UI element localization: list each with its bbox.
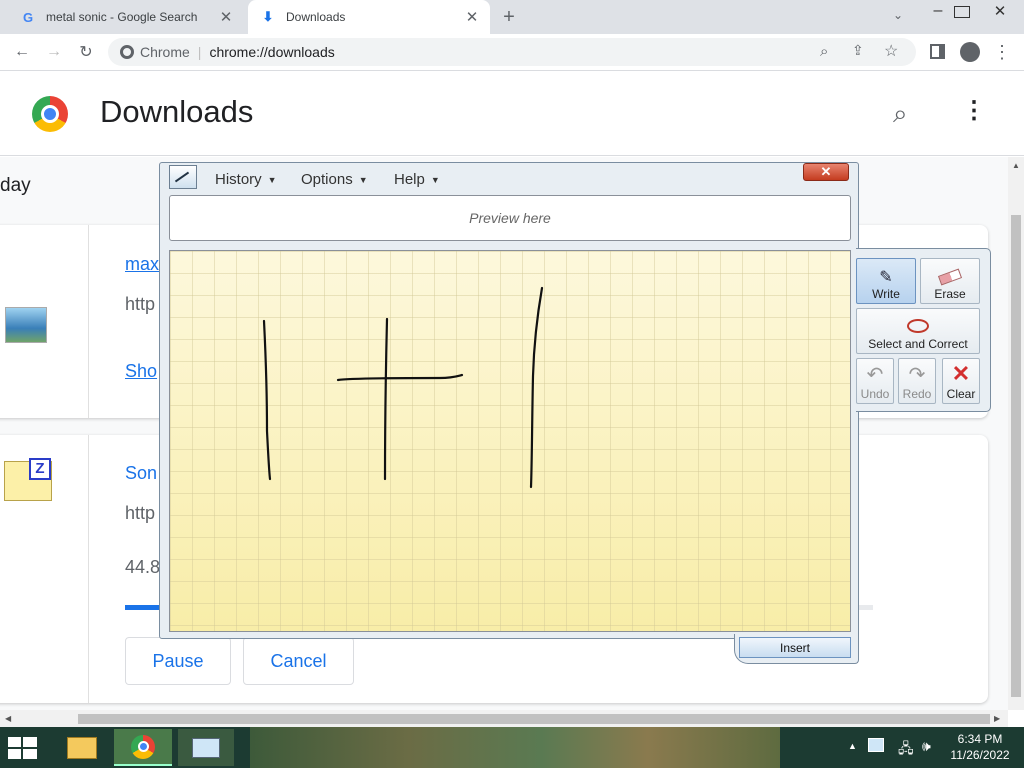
download-filename-link[interactable]: max: [125, 254, 159, 275]
search-icon[interactable]: ⌕: [893, 98, 908, 130]
horizontal-scroll-thumb[interactable]: [78, 714, 990, 724]
tab-strip: G metal sonic - Google Search ✕ ⬇ Downlo…: [0, 0, 1024, 34]
minimize-icon[interactable]: –: [928, 2, 948, 20]
clock-date: 11/26/2022: [950, 748, 1010, 762]
math-input-panel: History ▼ Options ▼ Help ▼ ✕ Preview here ✎…: [159, 162, 991, 664]
profile-icon[interactable]: [960, 42, 980, 62]
omnibox-scheme: Chrome: [140, 44, 190, 60]
close-window-icon[interactable]: ✕: [990, 2, 1010, 20]
restore-icon[interactable]: [954, 6, 970, 18]
scroll-left-icon[interactable]: ◀: [5, 714, 11, 723]
eraser-icon: [937, 268, 963, 286]
show-in-folder-link[interactable]: Sho: [125, 361, 157, 382]
address-bar[interactable]: Chrome | chrome://downloads ⌕ ⇪ ☆: [108, 38, 916, 66]
download-icon: ⬇: [262, 9, 274, 24]
chrome-menu-icon[interactable]: ⋮: [988, 38, 1016, 66]
start-windows-icon[interactable]: [8, 737, 38, 759]
bookmark-star-icon[interactable]: ☆: [884, 41, 898, 61]
writing-pad[interactable]: [169, 250, 851, 632]
taskbar-wallpaper-strip: [250, 727, 780, 768]
download-size: 44.8: [125, 557, 161, 577]
menu-options[interactable]: Options ▼: [301, 171, 368, 188]
tool-panel: ✎ Write Erase Select and Correct ↶ Undo …: [856, 248, 991, 412]
chrome-taskbar-button[interactable]: [114, 729, 172, 766]
google-g-icon: G: [22, 9, 34, 25]
taskbar: ▲ 🖧 🕪 6:34 PM 11/26/2022: [0, 727, 1024, 768]
show-hidden-icons-icon[interactable]: ▲: [848, 741, 857, 751]
omnibox-separator: |: [197, 44, 202, 60]
omnibox-url: chrome://downloads: [209, 44, 335, 60]
volume-icon[interactable]: 🕪: [922, 738, 931, 755]
clock-time: 6:34 PM: [957, 732, 1003, 746]
clock[interactable]: 6:34 PM 11/26/2022: [944, 732, 1016, 762]
vertical-scrollbar[interactable]: ▲: [1008, 157, 1024, 710]
tab-title: Downloads: [286, 10, 346, 24]
redo-button[interactable]: ↷ Redo: [898, 358, 936, 404]
pen-tray-icon[interactable]: [868, 738, 884, 752]
scroll-up-icon[interactable]: ▲: [1012, 161, 1020, 170]
tab-downloads[interactable]: ⬇ Downloads ✕: [248, 0, 490, 34]
more-icon[interactable]: ⋮: [962, 96, 986, 125]
close-tab-icon[interactable]: ✕: [462, 8, 482, 26]
network-icon[interactable]: 🖧: [898, 738, 914, 762]
chrome-icon: [120, 45, 134, 59]
select-and-correct-button[interactable]: Select and Correct: [856, 308, 980, 354]
redo-icon: ↷: [908, 364, 926, 386]
image-file-icon: [5, 307, 47, 343]
horizontal-scrollbar[interactable]: ◀ ▶: [0, 710, 1008, 727]
close-panel-button[interactable]: ✕: [803, 163, 849, 181]
vertical-scroll-thumb[interactable]: [1011, 215, 1021, 697]
erase-button[interactable]: Erase: [920, 258, 980, 304]
download-url: http: [125, 503, 156, 523]
lasso-icon: [907, 319, 929, 333]
handwriting-strokes: [262, 286, 544, 489]
tab-search-icon[interactable]: ⌄: [888, 8, 908, 22]
share-icon[interactable]: ⇪: [852, 42, 864, 59]
reload-icon[interactable]: ↻: [72, 38, 100, 66]
undo-button[interactable]: ↶ Undo: [856, 358, 894, 404]
side-panel-icon[interactable]: [930, 44, 945, 59]
tab-title: metal sonic - Google Search: [46, 10, 198, 24]
chrome-logo-icon: [32, 96, 68, 132]
insert-button[interactable]: Insert: [739, 637, 851, 658]
math-input-taskbar-button[interactable]: [178, 729, 234, 766]
menu-help[interactable]: Help ▼: [394, 171, 440, 188]
tab-google-search[interactable]: G metal sonic - Google Search ✕: [8, 0, 244, 34]
download-url: http: [125, 294, 156, 314]
preview-area: Preview here: [169, 195, 851, 241]
pen-icon: ✎: [879, 269, 893, 286]
page-title: Downloads: [100, 94, 254, 129]
chrome-icon: [131, 734, 155, 759]
panel-frame: History ▼ Options ▼ Help ▼ ✕ Preview here: [159, 162, 859, 639]
scroll-right-icon[interactable]: ▶: [994, 714, 1000, 723]
clear-button[interactable]: ✕ Clear: [942, 358, 980, 404]
download-filename-link[interactable]: Son: [125, 463, 157, 484]
write-button[interactable]: ✎ Write: [856, 258, 916, 304]
undo-icon: ↶: [866, 364, 884, 386]
close-tab-icon[interactable]: ✕: [216, 8, 236, 26]
math-panel-app-icon: [192, 737, 220, 758]
zoom-icon[interactable]: ⌕: [820, 43, 828, 60]
file-explorer-taskbar-button[interactable]: [56, 729, 108, 766]
toolbar: ← → ↻ Chrome | chrome://downloads ⌕ ⇪ ☆ …: [0, 34, 1024, 71]
clear-x-icon: ✕: [951, 361, 971, 386]
forward-icon[interactable]: →: [40, 38, 68, 66]
back-icon[interactable]: ←: [8, 38, 36, 66]
folder-icon: [67, 736, 97, 759]
math-panel-app-icon: [169, 165, 197, 189]
menu-history[interactable]: History ▼: [215, 171, 277, 188]
page-header: Downloads ⌕ ⋮: [0, 72, 1024, 156]
new-tab-icon[interactable]: +: [498, 6, 520, 28]
archive-file-icon: Z: [4, 458, 52, 501]
date-heading: day: [0, 175, 31, 196]
